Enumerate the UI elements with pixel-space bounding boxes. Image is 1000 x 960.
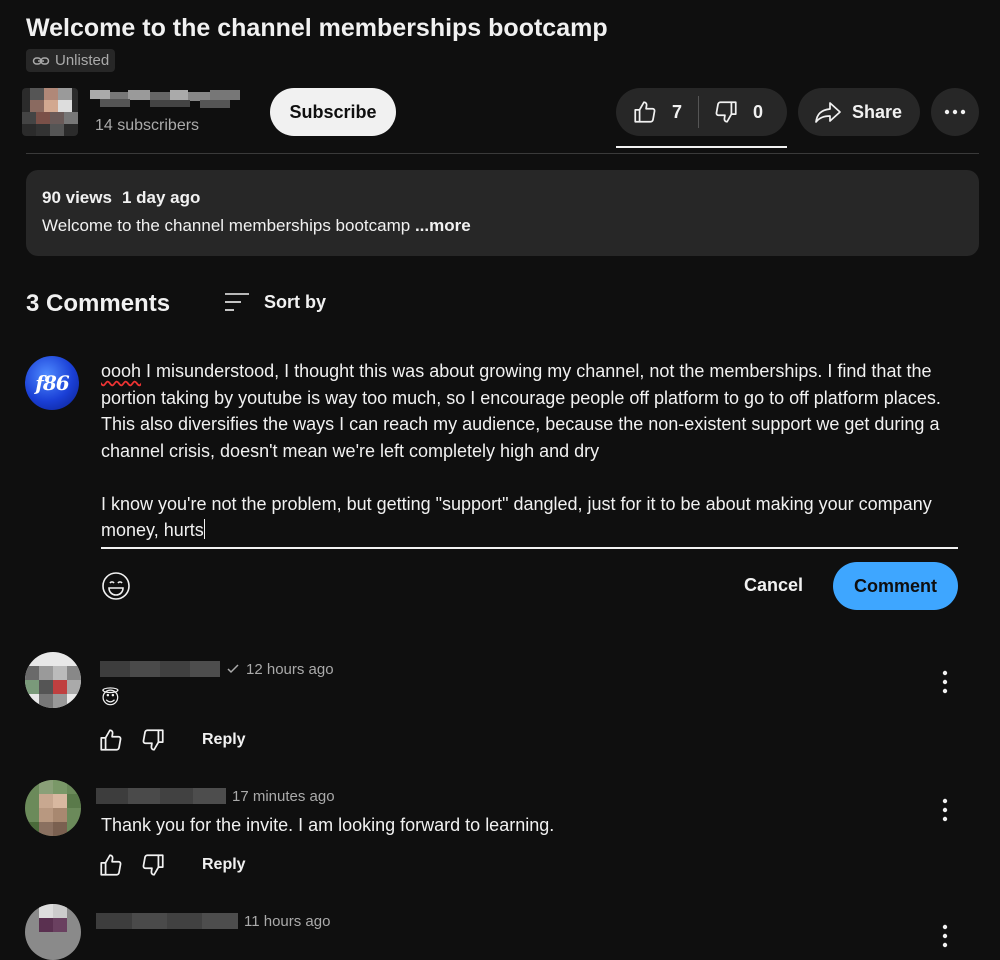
emoji-icon	[102, 572, 130, 600]
share-label: Share	[852, 101, 903, 122]
text-caret	[203, 519, 205, 539]
comment-time: 17 minutes ago	[232, 787, 335, 805]
description-text: Welcome to the channel memberships bootc…	[42, 216, 963, 236]
comment-time: 12 hours ago	[246, 660, 334, 678]
dislike-count: 0	[753, 101, 764, 122]
video-title: Welcome to the channel memberships bootc…	[26, 14, 608, 42]
share-button[interactable]: Share	[798, 88, 920, 136]
more-actions-button[interactable]	[931, 88, 979, 136]
sort-lines-icon	[225, 293, 249, 311]
upload-age: 1 day ago	[121, 188, 201, 207]
comment-menu-button[interactable]	[942, 670, 948, 699]
description-more-link[interactable]: ...more	[415, 216, 471, 235]
comment-actions: Reply	[98, 727, 246, 753]
comment-text: Thank you for the invite. I am looking f…	[101, 815, 555, 835]
like-button[interactable]: 7	[616, 88, 682, 136]
thumbs-up-icon	[634, 101, 656, 123]
comment-author-avatar[interactable]	[25, 780, 81, 836]
thumbs-down-icon[interactable]	[140, 852, 166, 878]
thumbs-up-icon[interactable]	[98, 727, 124, 753]
comment-time: 11 hours ago	[244, 912, 331, 930]
channel-name-redacted[interactable]	[90, 88, 240, 115]
draft-paragraph-1: oooh I misunderstood, I thought this was…	[101, 358, 961, 464]
comment-author-redacted[interactable]	[96, 786, 226, 806]
comment-input[interactable]: oooh I misunderstood, I thought this was…	[101, 358, 961, 544]
emoji-button[interactable]	[101, 571, 131, 601]
comment-actions: Reply	[98, 852, 246, 878]
draft-paragraph-1-text: I misunderstood, I thought this was abou…	[101, 361, 941, 461]
comment-author-redacted[interactable]	[96, 911, 238, 931]
draft-paragraph-2-text: I know you're not the problem, but getti…	[101, 493, 932, 541]
reply-button[interactable]: Reply	[202, 856, 246, 874]
comment-header: 11 hours ago	[96, 911, 330, 931]
comment-menu-button[interactable]	[942, 924, 948, 953]
draft-misspelled-word: oooh	[101, 361, 142, 381]
dislike-button[interactable]: 0	[713, 88, 763, 136]
comments-count: 3 Comments	[26, 290, 171, 317]
comment-text: 😇	[101, 688, 120, 708]
header-divider	[26, 153, 979, 154]
view-count: 90 views	[42, 188, 112, 207]
user-avatar: f86	[25, 356, 79, 410]
share-arrow-icon	[815, 102, 841, 123]
sort-label: Sort by	[264, 291, 327, 312]
channel-avatar[interactable]	[22, 88, 78, 136]
more-horizontal-icon	[944, 109, 966, 115]
subscriber-count: 14 subscribers	[95, 117, 200, 134]
like-divider	[698, 96, 700, 128]
like-count: 7	[672, 101, 683, 122]
user-avatar-text: f86	[35, 371, 69, 395]
like-dislike-bar: 7 0	[616, 88, 787, 136]
sort-by-button[interactable]: Sort by	[224, 290, 326, 314]
more-vertical-icon	[942, 798, 948, 822]
link-icon	[32, 56, 50, 65]
more-vertical-icon	[942, 670, 948, 694]
comment-author-avatar[interactable]	[25, 652, 81, 708]
visibility-badge: Unlisted	[26, 49, 116, 72]
comment-submit-button[interactable]: Comment	[833, 562, 958, 610]
description-meta: 90 views 1 day ago	[42, 188, 963, 208]
comment-author-avatar[interactable]	[25, 904, 81, 960]
subscribe-button[interactable]: Subscribe	[270, 88, 396, 136]
description-body: Welcome to the channel memberships bootc…	[42, 216, 411, 235]
visibility-label: Unlisted	[55, 52, 110, 69]
comment-menu-button[interactable]	[942, 798, 948, 827]
comment-header: 12 hours ago	[100, 659, 334, 679]
thumbs-up-icon[interactable]	[98, 852, 124, 878]
description-box[interactable]: 90 views 1 day ago Welcome to the channel…	[26, 170, 979, 256]
cancel-button[interactable]: Cancel	[744, 575, 803, 596]
comment-input-underline	[101, 547, 958, 549]
thumbs-down-icon	[715, 101, 737, 123]
reply-button[interactable]: Reply	[202, 731, 246, 749]
thumbs-down-icon[interactable]	[140, 727, 166, 753]
more-vertical-icon	[942, 924, 948, 948]
comment-author-redacted[interactable]	[100, 659, 220, 679]
like-active-indicator	[616, 146, 787, 148]
comment-header: 17 minutes ago	[96, 786, 335, 806]
draft-paragraph-2: I know you're not the problem, but getti…	[101, 491, 961, 544]
check-icon	[227, 664, 239, 674]
